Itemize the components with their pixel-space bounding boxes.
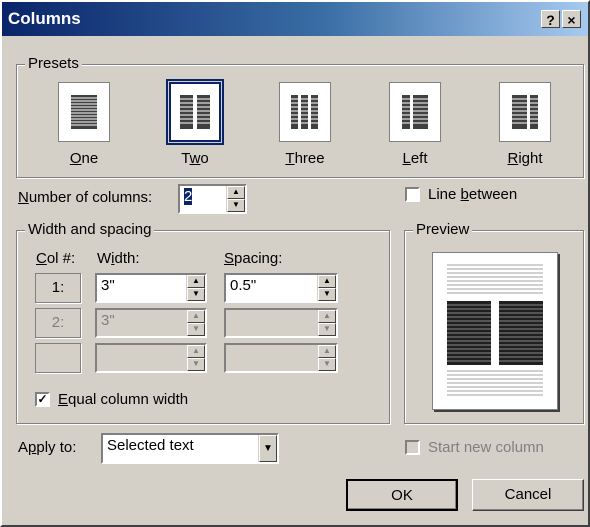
left-column-icon: [400, 95, 430, 129]
label-rest: hree: [294, 150, 325, 167]
col-number-2: 2:: [35, 308, 81, 338]
spin-up-icon[interactable]: ▲: [187, 275, 205, 288]
number-of-columns-value: 2: [184, 188, 193, 205]
label-pre: Line: [428, 186, 461, 203]
preview-page: [432, 252, 558, 410]
accel-letter: C: [36, 250, 47, 267]
spin-up-icon[interactable]: ▲: [318, 345, 336, 358]
spin-down-icon[interactable]: ▼: [187, 288, 205, 301]
accel-letter: S: [224, 250, 235, 267]
width-spinner-2[interactable]: ▲ ▼: [186, 310, 205, 336]
preview-page-graphic: [447, 264, 543, 396]
spin-down-icon[interactable]: ▼: [318, 288, 336, 301]
equal-column-width-label[interactable]: Equal column width: [58, 391, 188, 408]
columns-dialog: Columns ? × Presets One Two Three Left R…: [0, 0, 590, 527]
start-new-column-label[interactable]: Start new column: [428, 439, 544, 456]
label-rest: ol #:: [46, 250, 76, 267]
check-mark-icon: ✓: [37, 392, 48, 406]
label-rest: dth:: [114, 250, 140, 267]
preset-one-button[interactable]: [58, 82, 110, 142]
label-rest: eft: [410, 150, 428, 167]
preview-group-label: Preview: [413, 221, 473, 238]
label-rest: ne: [81, 150, 99, 167]
preset-one-label[interactable]: One: [44, 150, 124, 167]
width-header: Width:: [97, 250, 140, 267]
spacing-spinner-2[interactable]: ▲ ▼: [317, 310, 336, 336]
apply-to-label: Apply to:: [18, 439, 76, 456]
apply-to-dropdown-button[interactable]: ▼: [258, 435, 277, 462]
spin-up-icon[interactable]: ▲: [318, 310, 336, 323]
spin-down-icon[interactable]: ▼: [227, 199, 245, 212]
right-column-icon: [510, 95, 540, 129]
accel-letter: N: [18, 189, 29, 206]
dialog-title: Columns: [8, 9, 81, 28]
accel-letter: L: [402, 150, 411, 167]
accel-letter: O: [69, 150, 82, 167]
line-between-checkbox[interactable]: [405, 187, 420, 202]
spin-down-icon[interactable]: ▼: [187, 358, 205, 371]
equal-column-width-checkbox[interactable]: ✓: [35, 392, 50, 407]
label-rest: etween: [468, 186, 518, 203]
three-columns-icon: [290, 95, 320, 129]
width-spacing-group-label: Width and spacing: [25, 221, 155, 238]
two-columns-icon: [180, 95, 210, 129]
label-rest: o: [200, 150, 209, 167]
spin-up-icon[interactable]: ▲: [227, 186, 245, 199]
help-button[interactable]: ?: [541, 10, 560, 28]
preset-three-button[interactable]: [279, 82, 331, 142]
preset-two-label[interactable]: Two: [155, 150, 235, 167]
label-pre: W: [97, 250, 112, 267]
label-rest: umber of columns:: [28, 189, 153, 206]
spin-down-icon[interactable]: ▼: [318, 323, 336, 336]
accel-letter: b: [460, 186, 469, 203]
number-of-columns-spinner[interactable]: ▲ ▼: [226, 186, 245, 212]
spin-up-icon[interactable]: ▲: [318, 275, 336, 288]
spacing-spinner-1[interactable]: ▲ ▼: [317, 275, 336, 301]
accel-letter: w: [189, 150, 201, 167]
line-between-label[interactable]: Line between: [428, 186, 517, 203]
accel-letter: E: [58, 391, 69, 408]
width-spinner-3[interactable]: ▲ ▼: [186, 345, 205, 371]
preset-two-button[interactable]: [166, 79, 224, 145]
accel-letter: T: [285, 150, 295, 167]
chevron-down-icon[interactable]: ▼: [259, 435, 277, 462]
width-spinner-1[interactable]: ▲ ▼: [186, 275, 205, 301]
cancel-button[interactable]: Cancel: [472, 479, 584, 511]
apply-to-value: Selected text: [107, 437, 194, 454]
spin-down-icon[interactable]: ▼: [318, 358, 336, 371]
label-pre: T: [181, 150, 190, 167]
presets-group-label: Presets: [25, 55, 82, 72]
close-button[interactable]: ×: [562, 10, 581, 28]
preset-left-button[interactable]: [389, 82, 441, 142]
spacing-spinner-3[interactable]: ▲ ▼: [317, 345, 336, 371]
spin-up-icon[interactable]: ▲: [187, 310, 205, 323]
spin-up-icon[interactable]: ▲: [187, 345, 205, 358]
one-column-icon: [71, 95, 97, 129]
preset-three-label[interactable]: Three: [265, 150, 345, 167]
ok-button[interactable]: OK: [346, 479, 458, 511]
number-of-columns-label: Number of columns:: [18, 189, 152, 206]
spin-down-icon[interactable]: ▼: [187, 323, 205, 336]
label-rest: pacing:: [234, 250, 283, 267]
preset-right-button[interactable]: [499, 82, 551, 142]
spacing-header: Spacing:: [224, 250, 282, 267]
label-rest: ply to:: [36, 439, 77, 456]
title-bar[interactable]: Columns ? ×: [2, 2, 588, 36]
col-number-1: 1:: [35, 273, 81, 303]
apply-to-select[interactable]: Selected text: [101, 433, 279, 464]
col-number-3: [35, 343, 81, 373]
label-rest: qual column width: [68, 391, 189, 408]
accel-letter: R: [507, 150, 519, 167]
col-number-header: Col #:: [36, 250, 75, 267]
label-pre: A: [18, 439, 29, 456]
label-rest: ight: [518, 150, 543, 167]
preset-right-label[interactable]: Right: [485, 150, 565, 167]
start-new-column-checkbox[interactable]: [405, 440, 420, 455]
preset-left-label[interactable]: Left: [375, 150, 455, 167]
